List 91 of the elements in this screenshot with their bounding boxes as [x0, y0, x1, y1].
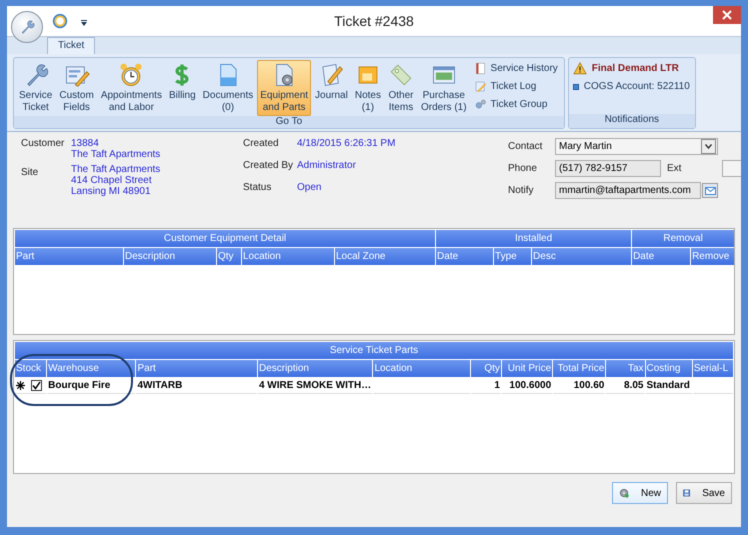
- wrench-icon: [19, 19, 35, 35]
- phone-field[interactable]: (517) 782-9157: [555, 160, 661, 177]
- field-label: Site: [21, 167, 40, 180]
- column-header[interactable]: Type: [494, 248, 532, 265]
- pencil-icon: [474, 80, 487, 93]
- field-value[interactable]: Lansing MI 48901: [71, 186, 241, 197]
- field-label: Status: [243, 182, 272, 195]
- group-header: Installed: [436, 230, 632, 247]
- table-cell: 1: [470, 378, 501, 394]
- column-header[interactable]: Costing: [646, 360, 692, 377]
- ribbon-button[interactable]: Other Items: [384, 60, 417, 116]
- group-label: Go To: [14, 116, 564, 128]
- tag-icon: [388, 62, 414, 88]
- field-value[interactable]: The Taft Apartments: [71, 164, 241, 175]
- column-header[interactable]: Description: [124, 248, 216, 265]
- column-header[interactable]: Part: [136, 360, 257, 377]
- app-menu-button[interactable]: [11, 11, 43, 43]
- field-label: Customer: [21, 138, 66, 151]
- column-header[interactable]: Local Zone: [335, 248, 436, 265]
- stock-checkbox[interactable]: [31, 380, 42, 391]
- alarm-clock-icon: [118, 62, 144, 88]
- ribbon-link[interactable]: Ticket Log: [490, 81, 536, 92]
- ribbon-button[interactable]: Notes (1): [352, 60, 384, 116]
- column-header[interactable]: Unit Price: [502, 360, 552, 377]
- field-label: Notify: [508, 185, 535, 196]
- table-cell: 4 WIRE SMOKE WITH…: [258, 378, 372, 394]
- column-header[interactable]: Qty: [217, 248, 241, 265]
- ribbon-link[interactable]: Ticket Group: [490, 99, 548, 110]
- table-cell: 100.60: [553, 378, 606, 394]
- group-header: Removal: [632, 230, 734, 247]
- warning-icon: [572, 62, 587, 75]
- action-button[interactable]: Save: [676, 482, 732, 504]
- list-icon: [474, 62, 487, 75]
- group-header: Service Ticket Parts: [15, 342, 733, 359]
- field-value[interactable]: 414 Chapel Street: [71, 175, 241, 186]
- close-icon: [722, 10, 732, 20]
- email-button[interactable]: [702, 183, 718, 198]
- close-button[interactable]: [713, 6, 741, 24]
- column-header[interactable]: Total Price: [553, 360, 606, 377]
- field-label: Created By: [243, 160, 294, 173]
- field-label: Phone: [508, 163, 538, 174]
- ribbon-button[interactable]: Custom Fields: [56, 60, 97, 116]
- column-header[interactable]: Date: [436, 248, 494, 265]
- column-header[interactable]: Remove: [691, 248, 734, 265]
- ribbon-tab[interactable]: Ticket: [47, 37, 96, 54]
- table-cell: 100.6000: [502, 378, 552, 394]
- table-cell: Bourque Fire: [47, 378, 136, 394]
- field-value: 4/18/2015 6:26:31 PM: [297, 138, 396, 151]
- ribbon-button[interactable]: Service Ticket: [16, 60, 56, 116]
- column-header[interactable]: Date: [632, 248, 690, 265]
- table-cell: Standard: [646, 378, 692, 394]
- table-cell: 4WITARB: [136, 378, 257, 394]
- column-header[interactable]: Location: [242, 248, 334, 265]
- ribbon-button[interactable]: Appointments and Labor: [98, 60, 165, 116]
- column-header[interactable]: Part: [15, 248, 123, 265]
- column-header[interactable]: Qty: [470, 360, 501, 377]
- ribbon-button[interactable]: Billing: [166, 60, 199, 116]
- column-header[interactable]: Warehouse: [47, 360, 136, 377]
- bullet-icon: [572, 84, 579, 90]
- field-value[interactable]: 13884: [71, 138, 241, 149]
- window-title: Ticket #2438: [334, 13, 414, 29]
- column-header[interactable]: Stock: [15, 360, 46, 377]
- chevron-down-icon: [705, 144, 712, 149]
- ribbon-button[interactable]: Journal: [312, 60, 351, 116]
- ribbon-button[interactable]: Documents (0): [200, 60, 256, 116]
- ribbon-button[interactable]: Equipment and Parts: [257, 60, 312, 116]
- notification-text[interactable]: Final Demand LTR: [592, 63, 679, 74]
- check-icon: [32, 381, 41, 390]
- field-value[interactable]: The Taft Apartments: [71, 149, 241, 160]
- field-value: Administrator: [297, 160, 356, 173]
- field-value: Open: [297, 182, 322, 195]
- dropdown-icon[interactable]: [81, 20, 87, 26]
- column-header[interactable]: Location: [373, 360, 470, 377]
- email-field[interactable]: mmartin@taftapartments.com: [555, 182, 701, 199]
- group-label: Notifications: [568, 114, 695, 128]
- column-header[interactable]: Tax: [606, 360, 644, 377]
- gears-icon: [474, 98, 487, 111]
- contact-dropdown[interactable]: Mary Martin: [555, 138, 718, 155]
- ribbon-button[interactable]: Purchase Orders (1): [418, 60, 470, 116]
- field-label: Contact: [508, 141, 544, 152]
- column-header[interactable]: Description: [258, 360, 372, 377]
- field-label: Created: [243, 138, 280, 151]
- group-header: Customer Equipment Detail: [15, 230, 436, 247]
- column-header[interactable]: Serial-L: [692, 360, 733, 377]
- ribbon-link[interactable]: Service History: [490, 63, 558, 74]
- column-header[interactable]: Desc: [532, 248, 632, 265]
- envelope-icon: [704, 186, 716, 194]
- notification-text[interactable]: COGS Account: 522110: [584, 81, 690, 92]
- table-cell: 8.05: [606, 378, 644, 394]
- action-button[interactable]: New: [612, 482, 668, 504]
- field-label: Ext: [667, 163, 682, 174]
